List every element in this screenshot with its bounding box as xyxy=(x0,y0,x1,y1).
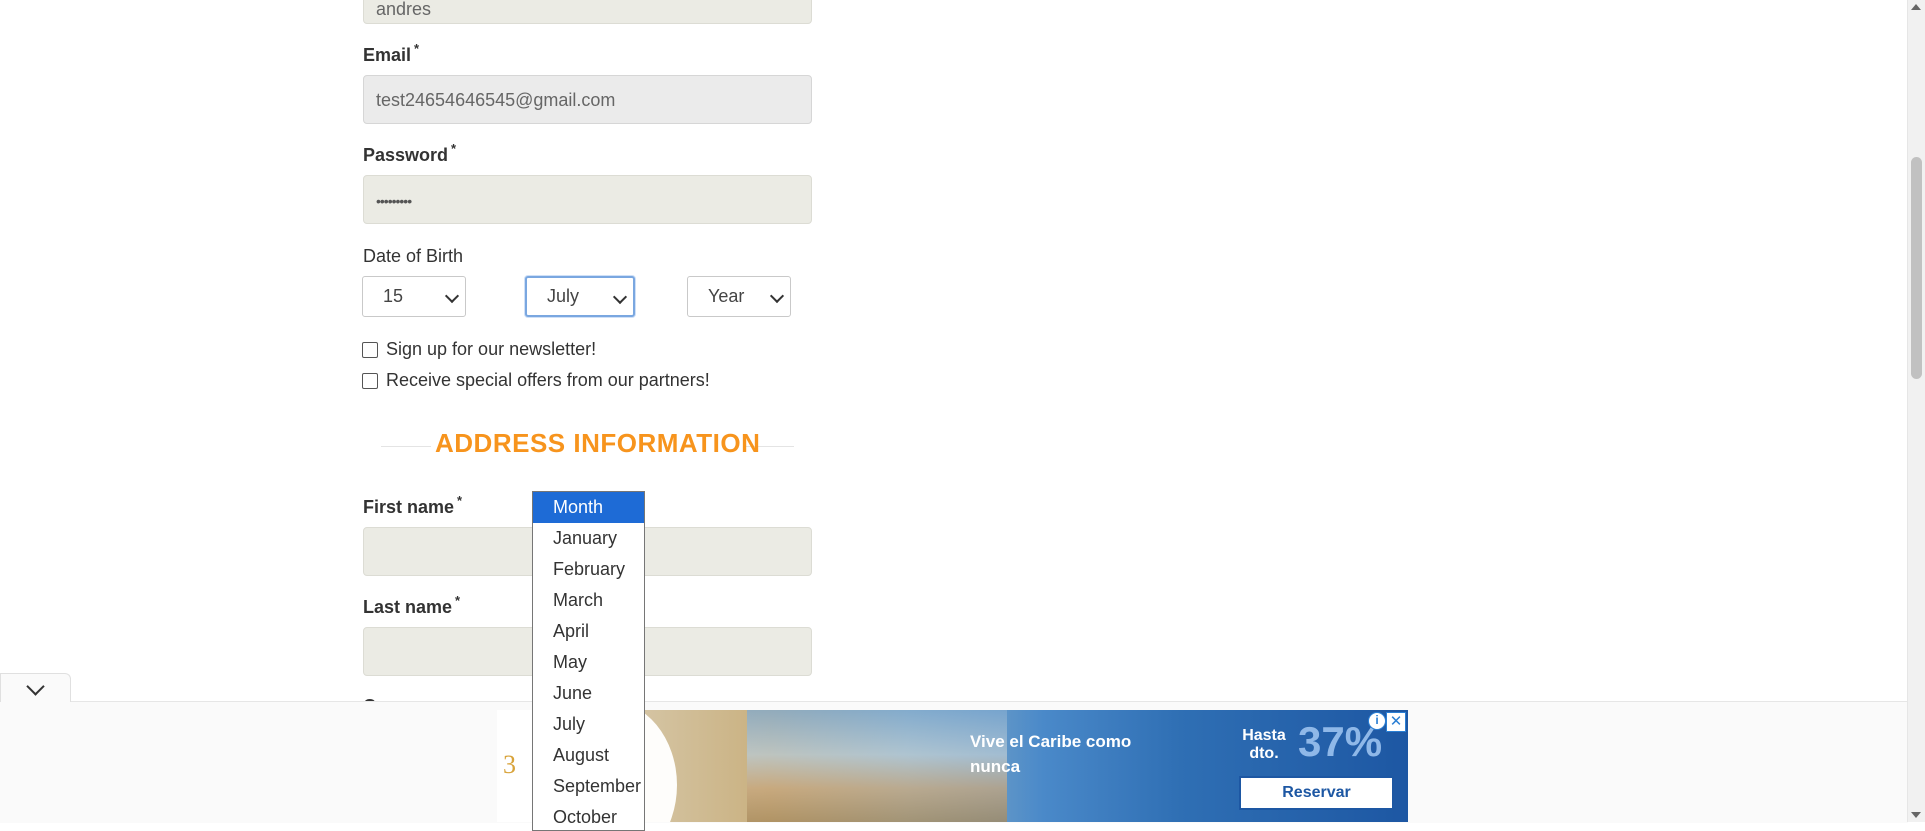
email-label: Email * xyxy=(363,41,419,66)
offers-label: Receive special offers from our partners… xyxy=(386,370,710,390)
required-marker: * xyxy=(457,493,463,508)
newsletter-checkbox[interactable] xyxy=(362,341,378,358)
chevron-down-icon xyxy=(769,288,785,304)
first-name-label: First name * xyxy=(363,493,462,518)
required-marker: * xyxy=(451,141,457,156)
month-option[interactable]: March xyxy=(533,585,644,616)
address-section-title: ADDRESS INFORMATION xyxy=(435,428,761,458)
password-label-text: Password xyxy=(363,145,449,165)
ad-beach-image xyxy=(747,710,1007,822)
dob-month-value: July xyxy=(547,286,580,306)
newsletter-label: Sign up for our newsletter! xyxy=(386,339,597,359)
chevron-down-icon xyxy=(444,288,460,304)
email-label-text: Email xyxy=(363,45,412,65)
dob-label: Date of Birth xyxy=(363,246,464,266)
username-value: andres xyxy=(376,0,432,19)
username-input[interactable]: andres xyxy=(363,0,812,24)
scrollbar-thumb[interactable] xyxy=(1911,157,1922,379)
month-option[interactable]: April xyxy=(533,616,644,647)
chevron-down-icon xyxy=(26,677,45,696)
dob-month-select[interactable]: July xyxy=(525,276,635,317)
month-option[interactable]: August xyxy=(533,740,644,771)
offers-checkbox[interactable] xyxy=(362,372,378,389)
password-label: Password * xyxy=(363,141,456,166)
dob-year-value: Year xyxy=(708,286,745,306)
newsletter-row: Sign up for our newsletter! xyxy=(362,339,596,360)
ad-collapse-button[interactable] xyxy=(0,673,71,702)
password-field[interactable]: ••••••••• xyxy=(363,175,812,224)
last-name-label-text: Last name xyxy=(363,597,453,617)
dob-year-select[interactable]: Year xyxy=(687,276,791,317)
email-field[interactable]: test24654646545@gmail.com xyxy=(363,75,812,124)
email-value: test24654646545@gmail.com xyxy=(376,90,616,110)
ad-close-icon[interactable]: ✕ xyxy=(1386,712,1406,732)
scroll-up-arrow-icon[interactable] xyxy=(1911,4,1921,10)
required-marker: * xyxy=(455,593,461,608)
ad-headline: Vive el Caribe como nunca xyxy=(970,732,1132,776)
ad-hasta-text: Hasta dto. xyxy=(1242,727,1286,762)
month-option[interactable]: January xyxy=(533,523,644,554)
month-option[interactable]: October xyxy=(533,802,644,830)
chevron-down-icon xyxy=(612,289,628,305)
page-scrollbar[interactable] xyxy=(1907,0,1925,822)
offers-row: Receive special offers from our partners… xyxy=(362,370,710,391)
password-value: ••••••••• xyxy=(376,193,412,209)
last-name-label: Last name * xyxy=(363,593,460,618)
dob-day-select[interactable]: 15 xyxy=(362,276,466,317)
ad-info-icon[interactable]: i xyxy=(1368,712,1386,730)
required-marker: * xyxy=(414,41,420,56)
dob-day-value: 15 xyxy=(383,286,404,306)
section-divider-left xyxy=(381,446,431,447)
month-option[interactable]: February xyxy=(533,554,644,585)
month-option[interactable]: June xyxy=(533,678,644,709)
first-name-label-text: First name xyxy=(363,497,455,517)
ad-reservar-button[interactable]: Reservar xyxy=(1239,776,1394,810)
ad-logo: 3 xyxy=(503,750,516,779)
month-option[interactable]: September xyxy=(533,771,644,802)
month-option[interactable]: July xyxy=(533,709,644,740)
month-dropdown-list[interactable]: Month January February March April May June Jul… xyxy=(532,491,645,831)
month-option[interactable]: Month xyxy=(533,492,644,523)
month-option[interactable]: May xyxy=(533,647,644,678)
scroll-down-arrow-icon[interactable] xyxy=(1911,812,1921,818)
